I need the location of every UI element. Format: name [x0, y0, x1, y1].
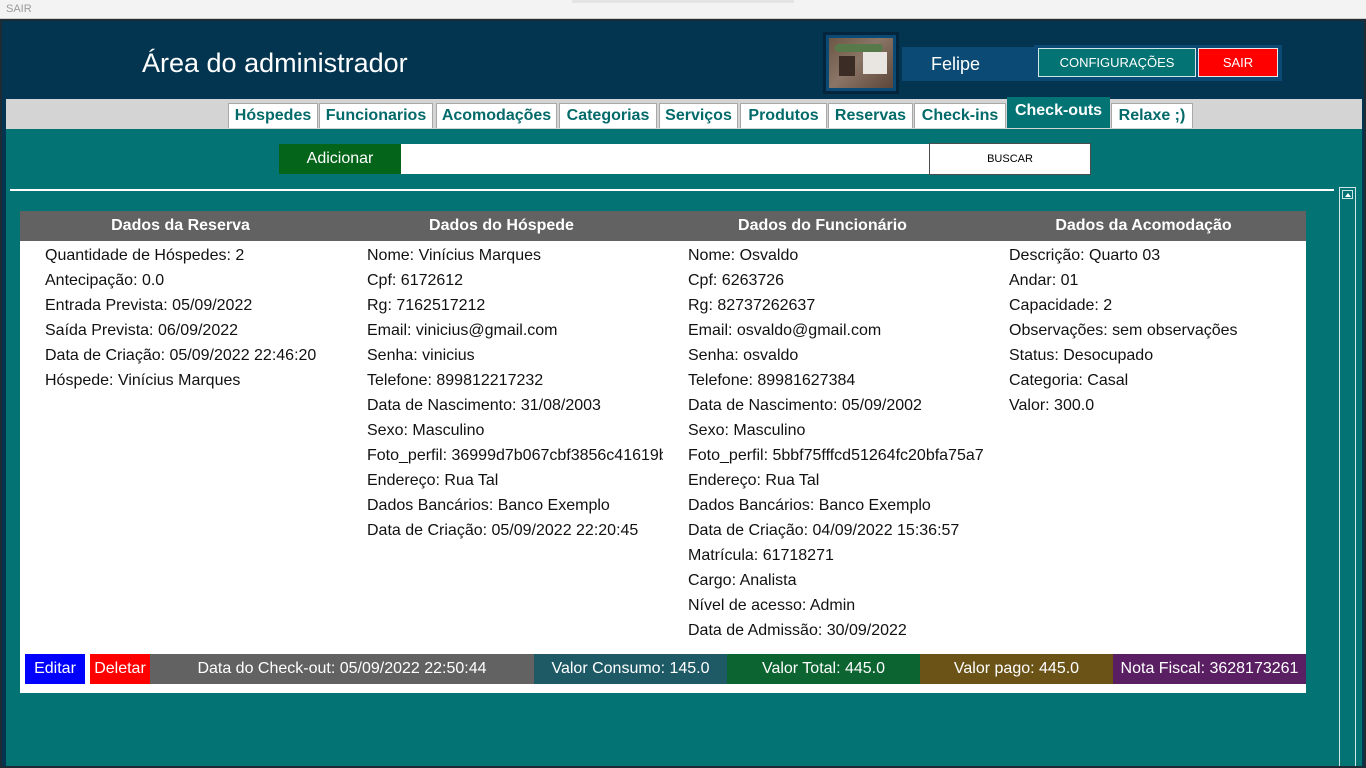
reserva-details: Quantidade de Hóspedes: 2 Antecipação: 0… — [45, 245, 341, 395]
consumption-value: Valor Consumo: 145.0 — [534, 654, 727, 684]
header-button-bar: CONFIGURAÇÕES SAIR — [1034, 45, 1282, 81]
vertical-scrollbar[interactable] — [1339, 187, 1356, 766]
detail-line: Telefone: 899812217232 — [367, 372, 544, 389]
search-input[interactable] — [401, 144, 929, 174]
detail-line: Data de Criação: 04/09/2022 15:36:57 — [688, 522, 960, 539]
detail-line: Senha: osvaldo — [688, 347, 799, 364]
tab-relaxe[interactable]: Relaxe ;) — [1111, 103, 1193, 128]
detail-line: Data de Criação: 05/09/2022 22:46:20 — [45, 347, 317, 364]
user-name: Felipe — [931, 54, 981, 74]
detail-line: Nome: Vinícius Marques — [367, 247, 541, 264]
tab-categorias[interactable]: Categorias — [559, 103, 657, 128]
detail-line: Categoria: Casal — [1009, 372, 1129, 389]
detail-line: Data de Criação: 05/09/2022 22:20:45 — [367, 522, 639, 539]
acomodacao-details: Descrição: Quarto 03 Andar: 01 Capacidad… — [1009, 245, 1305, 420]
user-name-box: Felipe — [902, 47, 1034, 81]
detail-line: Email: osvaldo@gmail.com — [688, 322, 882, 339]
detail-line: Data de Admissão: 30/09/2022 — [688, 622, 907, 639]
detail-line: Data de Nascimento: 05/09/2002 — [688, 397, 922, 414]
hospede-title: Dados do Hóspede — [429, 217, 574, 234]
card-footer: Editar Deletar Data do Check-out: 05/09/… — [20, 654, 1306, 684]
app-window: Área do administrador Felipe CONFIGURAÇÕ… — [0, 19, 1366, 768]
reserva-title: Dados da Reserva — [111, 217, 250, 234]
profile-photo — [829, 38, 893, 88]
detail-line: Descrição: Quarto 03 — [1009, 247, 1161, 264]
detail-line: Valor: 300.0 — [1009, 397, 1095, 414]
tab-produtos[interactable]: Produtos — [740, 103, 827, 128]
funcionario-title: Dados do Funcionário — [738, 217, 907, 234]
tab-strip: Hóspedes Funcionarios Acomodações Catego… — [6, 97, 1362, 129]
edit-button[interactable]: Editar — [25, 654, 85, 684]
detail-line: Rg: 7162517212 — [367, 297, 486, 314]
detail-line: Rg: 82737262637 — [688, 297, 816, 314]
detail-line: Nível de acesso: Admin — [688, 597, 856, 614]
main-content: Adicionar BUSCAR Dados da Reserva Dados … — [6, 129, 1362, 766]
detail-line: Sexo: Masculino — [688, 422, 806, 439]
header: Área do administrador Felipe CONFIGURAÇÕ… — [2, 21, 1364, 99]
checkout-date: Data do Check-out: 05/09/2022 22:50:44 — [150, 654, 534, 684]
detail-line: Status: Desocupado — [1009, 347, 1154, 364]
detail-line: Entrada Prevista: 05/09/2022 — [45, 297, 253, 314]
detail-line: Endereço: Rua Tal — [688, 472, 820, 489]
total-value: Valor Total: 445.0 — [727, 654, 920, 684]
checkout-card: Dados da Reserva Dados do Hóspede Dados … — [20, 211, 1306, 693]
detail-line: Andar: 01 — [1009, 272, 1079, 289]
tab-acomodacoes[interactable]: Acomodações — [436, 103, 557, 128]
detail-line: Cargo: Analista — [688, 572, 797, 589]
hospede-details: Nome: Vinícius Marques Cpf: 6172612 Rg: … — [367, 245, 663, 545]
detail-line: Capacidade: 2 — [1009, 297, 1113, 314]
detail-line: Endereço: Rua Tal — [367, 472, 499, 489]
settings-button[interactable]: CONFIGURAÇÕES — [1038, 48, 1196, 77]
add-button[interactable]: Adicionar — [279, 144, 401, 174]
detail-line: Nome: Osvaldo — [688, 247, 799, 264]
invoice-number: Nota Fiscal: 3628173261 — [1113, 654, 1306, 684]
funcionario-details: Nome: Osvaldo Cpf: 6263726 Rg: 827372626… — [688, 245, 984, 645]
detail-line: Foto_perfil: 5bbf75fffcd51264fc20bfa75a7… — [688, 447, 984, 464]
detail-line: Saída Prevista: 06/09/2022 — [45, 322, 239, 339]
window-title: SAIR — [6, 3, 32, 15]
detail-line: Data de Nascimento: 31/08/2003 — [367, 397, 601, 414]
detail-line: Senha: vinicius — [367, 347, 475, 364]
window-titlebar: SAIR — [0, 0, 1366, 19]
detail-line: Email: vinicius@gmail.com — [367, 322, 558, 339]
detail-line: Cpf: 6263726 — [688, 272, 785, 289]
avatar[interactable] — [823, 32, 899, 94]
detail-line: Antecipação: 0.0 — [45, 272, 165, 289]
detail-line: Quantidade de Hóspedes: 2 — [45, 247, 245, 264]
detail-line: Foto_perfil: 36999d7b067cbf3856c41619b — [367, 447, 663, 464]
acomodacao-title: Dados da Acomodação — [1055, 217, 1232, 234]
detail-line: Dados Bancários: Banco Exemplo — [688, 497, 931, 514]
tab-funcionarios[interactable]: Funcionarios — [319, 103, 433, 128]
detail-line: Dados Bancários: Banco Exemplo — [367, 497, 610, 514]
tab-check-ins[interactable]: Check-ins — [914, 103, 1006, 128]
tab-servicos[interactable]: Serviços — [659, 103, 738, 128]
tab-hospedes[interactable]: Hóspedes — [228, 103, 318, 128]
tab-reservas[interactable]: Reservas — [828, 103, 913, 128]
paid-value: Valor pago: 445.0 — [920, 654, 1113, 684]
checkout-list[interactable]: Dados da Reserva Dados do Hóspede Dados … — [10, 189, 1334, 766]
titlebar-decoration — [572, 0, 794, 3]
tab-check-outs[interactable]: Check-outs — [1007, 97, 1110, 128]
card-header: Dados da Reserva Dados do Hóspede Dados … — [20, 211, 1306, 241]
detail-line: Cpf: 6172612 — [367, 272, 464, 289]
page-title: Área do administrador — [142, 48, 408, 78]
detail-line: Matrícula: 61718271 — [688, 547, 834, 564]
logout-button[interactable]: SAIR — [1198, 48, 1278, 77]
detail-line: Observações: sem observações — [1009, 322, 1238, 339]
detail-line: Hóspede: Vinícius Marques — [45, 372, 241, 389]
delete-button[interactable]: Deletar — [90, 654, 150, 684]
detail-line: Sexo: Masculino — [367, 422, 485, 439]
scroll-up-arrow-icon[interactable] — [1342, 190, 1353, 199]
search-button[interactable]: BUSCAR — [929, 143, 1091, 175]
detail-line: Telefone: 89981627384 — [688, 372, 856, 389]
